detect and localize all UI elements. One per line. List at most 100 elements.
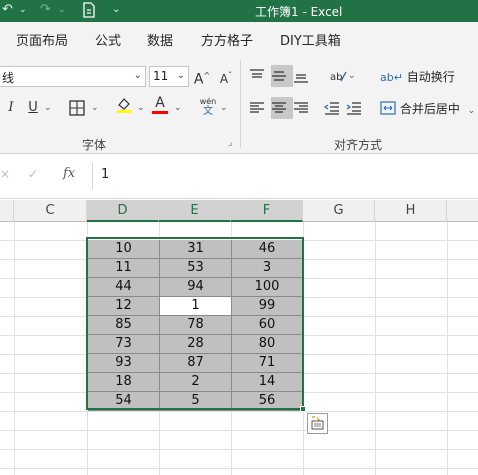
chevron-down-icon: ⌄: [133, 70, 142, 81]
borders-icon[interactable]: [66, 97, 88, 119]
font-name-combo[interactable]: 线 ⌄: [0, 66, 146, 87]
chevron-down-icon: ⌄: [176, 70, 185, 81]
formula-input[interactable]: 1: [92, 163, 478, 189]
table-cell[interactable]: 94: [160, 278, 232, 297]
font-size-combo[interactable]: 11 ⌄: [149, 66, 189, 87]
wrap-text-icon: ab↵: [380, 71, 403, 84]
table-cell[interactable]: 80: [232, 335, 303, 354]
column-header-f[interactable]: F: [231, 200, 303, 222]
align-right-icon[interactable]: [293, 97, 315, 119]
table-cell[interactable]: 93: [88, 354, 160, 373]
column-header-d[interactable]: D: [87, 200, 159, 222]
column-header-e[interactable]: E: [159, 200, 231, 222]
table-cell[interactable]: 100: [232, 278, 303, 297]
table-cell[interactable]: 31: [160, 240, 232, 259]
align-middle-icon[interactable]: [271, 65, 293, 87]
tab-page-layout[interactable]: 页面布局: [16, 30, 68, 49]
alignment-group-label: 对齐方式: [334, 138, 383, 152]
cancel-icon[interactable]: ×: [0, 167, 10, 181]
svg-text:ab: ab: [330, 72, 342, 83]
tab-data[interactable]: 数据: [147, 30, 173, 49]
column-header-h[interactable]: H: [375, 200, 447, 222]
table-cell[interactable]: 28: [160, 335, 232, 354]
table-cell[interactable]: 12: [88, 297, 160, 316]
tab-diy-toolbox[interactable]: DIY工具箱: [280, 30, 341, 49]
table-cell[interactable]: 5: [160, 392, 232, 411]
table-cell[interactable]: 44: [88, 278, 160, 297]
grow-font-button[interactable]: A^: [191, 65, 213, 88]
fill-color-dropdown-icon[interactable]: ⌄: [137, 103, 145, 113]
table-cell[interactable]: 2: [160, 373, 232, 392]
font-color-icon[interactable]: A: [149, 95, 171, 117]
wrap-text-button[interactable]: ab↵ 自动换行: [380, 68, 455, 85]
fill-color-icon[interactable]: [113, 96, 135, 118]
phonetic-icon[interactable]: wén 文: [197, 96, 219, 118]
table-cell[interactable]: 60: [232, 316, 303, 335]
column-header-partial[interactable]: [0, 200, 14, 222]
column-header-g[interactable]: G: [303, 200, 375, 222]
column-header-partial[interactable]: [447, 200, 478, 222]
fill-handle[interactable]: [300, 406, 306, 412]
orientation-dropdown-icon[interactable]: ⌄: [348, 71, 356, 81]
insert-function-icon[interactable]: fx: [63, 166, 75, 181]
excel-window: ↶ ⌄ ↷ ⌄ ⌄ 工作簿1 - Excel 页面布局 公式 数据 方方格子 D…: [0, 0, 478, 475]
document-icon[interactable]: [82, 2, 96, 22]
table-cell[interactable]: 46: [232, 240, 303, 259]
tab-fangfang-gezi[interactable]: 方方格子: [201, 30, 253, 49]
italic-button[interactable]: I: [0, 97, 22, 119]
increase-indent-icon[interactable]: [346, 97, 368, 119]
table-cell[interactable]: 10: [88, 240, 160, 259]
column-header-c[interactable]: C: [14, 200, 87, 222]
enter-icon[interactable]: ✓: [28, 167, 38, 181]
table-cell[interactable]: 71: [232, 354, 303, 373]
table-cell[interactable]: 11: [88, 259, 160, 278]
align-top-icon[interactable]: [249, 65, 271, 87]
active-cell[interactable]: 1: [160, 297, 232, 316]
chevron-down-icon[interactable]: ⌄: [468, 106, 476, 116]
table-cell[interactable]: 87: [160, 354, 232, 373]
customize-toolbar-icon[interactable]: ⌄: [112, 4, 120, 15]
table-cell[interactable]: 85: [88, 316, 160, 335]
underline-dropdown-icon[interactable]: ⌄: [44, 103, 52, 113]
undo-icon[interactable]: ↶: [2, 2, 13, 17]
borders-dropdown-icon[interactable]: ⌄: [91, 103, 99, 113]
align-left-icon[interactable]: [249, 97, 271, 119]
quick-analysis-icon: [311, 416, 324, 430]
tab-formulas[interactable]: 公式: [95, 30, 121, 49]
merge-center-label: 合并后居中: [399, 102, 460, 116]
shrink-font-button[interactable]: Aˇ: [215, 65, 237, 87]
font-dialog-launcher-icon[interactable]: ⌟: [228, 138, 232, 148]
formula-bar: × ✓ fx 1: [0, 155, 478, 199]
wrap-text-label: 自动换行: [406, 70, 455, 84]
title-bar: ↶ ⌄ ↷ ⌄ ⌄ 工作簿1 - Excel: [0, 0, 478, 22]
table-cell[interactable]: 18: [88, 373, 160, 392]
redo-icon[interactable]: ↷: [40, 2, 51, 17]
align-center-icon[interactable]: [271, 97, 293, 119]
undo-dropdown-icon[interactable]: ⌄: [19, 5, 27, 15]
decrease-indent-icon[interactable]: [324, 97, 346, 119]
table-cell[interactable]: 14: [232, 373, 303, 392]
merge-center-button[interactable]: 合并后居中 ⌄: [380, 100, 475, 117]
table-cell[interactable]: 3: [232, 259, 303, 278]
grid-line: [0, 430, 478, 431]
table-cell[interactable]: 78: [160, 316, 232, 335]
phonetic-dropdown-icon[interactable]: ⌄: [220, 103, 228, 113]
grid-line: [0, 468, 478, 469]
orientation-icon[interactable]: ab: [327, 65, 349, 87]
font-group-label: 字体: [82, 138, 107, 152]
align-bottom-icon[interactable]: [293, 65, 315, 87]
table-cell[interactable]: 73: [88, 335, 160, 354]
table-cell[interactable]: 99: [232, 297, 303, 316]
redo-dropdown-icon[interactable]: ⌄: [58, 5, 66, 15]
underline-button[interactable]: U: [22, 97, 44, 119]
font-name-value: 线: [2, 71, 15, 85]
table-cell[interactable]: 56: [232, 392, 303, 411]
table-cell[interactable]: 54: [88, 392, 160, 411]
group-separator: [240, 60, 241, 148]
grid-line: [0, 411, 478, 412]
table-cell[interactable]: 53: [160, 259, 232, 278]
merge-icon: [380, 101, 396, 115]
ribbon-body: 线 ⌄ 11 ⌄ A^ Aˇ I U ⌄ ⌄ ⌄ A ⌄ wén 文 ⌄ 字体 ⌟: [0, 56, 478, 154]
quick-analysis-button[interactable]: [307, 413, 328, 434]
font-color-dropdown-icon[interactable]: ⌄: [174, 103, 182, 113]
